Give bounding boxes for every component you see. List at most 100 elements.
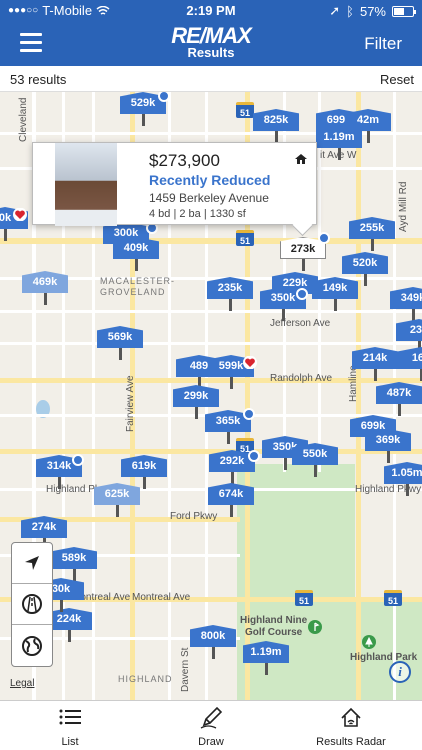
radar-house-icon — [341, 707, 361, 727]
listing-pin[interactable]: 469k — [22, 271, 68, 305]
pin-price: 674k — [208, 483, 254, 505]
favorite-heart-icon[interactable] — [13, 208, 27, 221]
highway-51-shield: 51 — [384, 590, 402, 606]
pin-price: 825k — [253, 109, 299, 131]
listing-status: Recently Reduced — [149, 172, 271, 188]
listing-pin[interactable]: 369k — [365, 429, 411, 463]
listing-pin[interactable]: 214k — [352, 347, 398, 381]
listing-pin[interactable]: 42m — [345, 109, 391, 143]
battery-percent: 57% — [359, 3, 386, 19]
battery-fill — [394, 7, 404, 15]
pin-price: 255k — [349, 217, 395, 239]
tab-results-radar[interactable]: Results Radar — [281, 701, 421, 750]
pin-price: 520k — [342, 252, 388, 274]
bluetooth-icon: ᛒ — [346, 3, 354, 19]
pin-price: 160 — [398, 347, 422, 369]
street-label: Fairview Ave — [125, 375, 136, 432]
listing-pin[interactable]: 825k — [253, 109, 299, 143]
pin-price: 42m — [345, 109, 391, 131]
open-house-badge — [243, 408, 255, 420]
battery-icon — [392, 5, 416, 17]
pin-price: 369k — [365, 429, 411, 451]
tab-bar: List Draw Results Radar — [0, 700, 422, 750]
location-icon[interactable] — [12, 543, 52, 584]
open-house-badge — [72, 454, 84, 466]
tab-radar-label: Results Radar — [316, 736, 386, 748]
status-bar: ●●●○○ T-Mobile 2:19 PM ➚ ᛒ 57% — [0, 0, 422, 22]
highway-51-shield: 51 — [236, 230, 254, 246]
pin-price: 349k — [390, 287, 422, 309]
listing-pin[interactable]: 149k — [312, 277, 358, 311]
listing-pin[interactable]: 800k — [190, 625, 236, 659]
area-label-groveland: GROVELAND — [100, 287, 166, 297]
pin-price: 274k — [21, 516, 67, 538]
street-label: Highland Park — [350, 652, 418, 663]
pin-price: 149k — [312, 277, 358, 299]
listing-pin[interactable]: 674k — [208, 483, 254, 517]
pin-price: 619k — [121, 455, 167, 477]
listing-pin[interactable]: 589k — [51, 547, 97, 581]
area-label-macalester: MACALESTER- — [100, 276, 176, 286]
street-label: Ayd Mill Rd — [398, 181, 409, 232]
area-label-highland: HIGHLAND — [118, 674, 173, 684]
listing-pin[interactable]: 1.05m — [384, 462, 422, 496]
pin-price: 1.19m — [243, 641, 289, 663]
pin-price: 550k — [292, 443, 338, 465]
reset-button[interactable]: Reset — [380, 72, 414, 87]
favorite-heart-icon[interactable] — [243, 356, 257, 369]
listing-address: 1459 Berkeley Avenue — [149, 191, 269, 205]
pin-price: 230 — [396, 319, 422, 341]
pin-price: 469k — [22, 271, 68, 293]
open-house-badge — [248, 450, 260, 462]
map[interactable]: MACALESTER- GROVELAND HIGHLAND Jefferson… — [0, 92, 422, 700]
listing-pin[interactable]: 569k — [97, 326, 143, 360]
info-button[interactable]: i — [389, 661, 411, 683]
poi-label: Golf Course — [245, 627, 303, 638]
pin-price: 299k — [173, 385, 219, 407]
globe-icon[interactable] — [12, 625, 52, 666]
pin-price: 487k — [376, 382, 422, 404]
street-label: Cleveland — [18, 97, 29, 142]
street-label: Randolph Ave — [270, 373, 333, 384]
listing-pin[interactable]: 160 — [398, 347, 422, 381]
pin-price: 235k — [207, 277, 253, 299]
street-label: Montreal Ave — [132, 592, 191, 603]
pin-price: 569k — [97, 326, 143, 348]
listing-photo — [55, 143, 117, 226]
filter-button[interactable]: Filter — [364, 34, 402, 54]
listing-specs: 4 bd | 2 ba | 1330 sf — [149, 208, 246, 220]
legal-link[interactable]: Legal — [10, 678, 34, 689]
listing-pin[interactable]: 409k — [113, 237, 159, 271]
listing-pin[interactable]: 255k — [349, 217, 395, 251]
highway-51-shield: 51 — [236, 102, 254, 118]
location-arrow-icon: ➚ — [329, 3, 341, 18]
pin-price: 589k — [51, 547, 97, 569]
house-icon — [295, 154, 307, 164]
golf-course-icon — [308, 620, 322, 634]
tab-list-label: List — [61, 736, 79, 748]
nav-bar: RE/MAX Results Filter — [0, 22, 422, 66]
listing-popup[interactable]: $273,900 Recently Reduced 1459 Berkeley … — [32, 142, 317, 226]
pin-price: 409k — [113, 237, 159, 259]
tab-draw-label: Draw — [198, 736, 224, 748]
road — [0, 342, 422, 345]
results-bar: 53 results Reset — [0, 66, 422, 92]
open-house-badge — [296, 288, 308, 300]
map-tools — [11, 542, 53, 667]
listing-pin[interactable]: 625k — [94, 483, 140, 517]
tab-draw[interactable]: Draw — [141, 701, 281, 750]
listing-pin[interactable]: 1.19m — [243, 641, 289, 675]
pin-price: 800k — [190, 625, 236, 647]
results-count: 53 results — [10, 72, 67, 87]
pencil-icon — [200, 706, 223, 729]
app-logo: RE/MAX Results — [0, 25, 422, 60]
open-house-badge — [318, 232, 330, 244]
listing-pin[interactable]: 487k — [376, 382, 422, 416]
listing-pin[interactable]: 349k — [390, 287, 422, 321]
listing-pin[interactable]: 235k — [207, 277, 253, 311]
road-view-icon[interactable] — [12, 584, 52, 625]
listing-pin[interactable]: 550k — [292, 443, 338, 477]
list-icon — [59, 709, 81, 725]
tab-list[interactable]: List — [0, 701, 140, 750]
poi-label: Highland Nine — [240, 615, 308, 626]
